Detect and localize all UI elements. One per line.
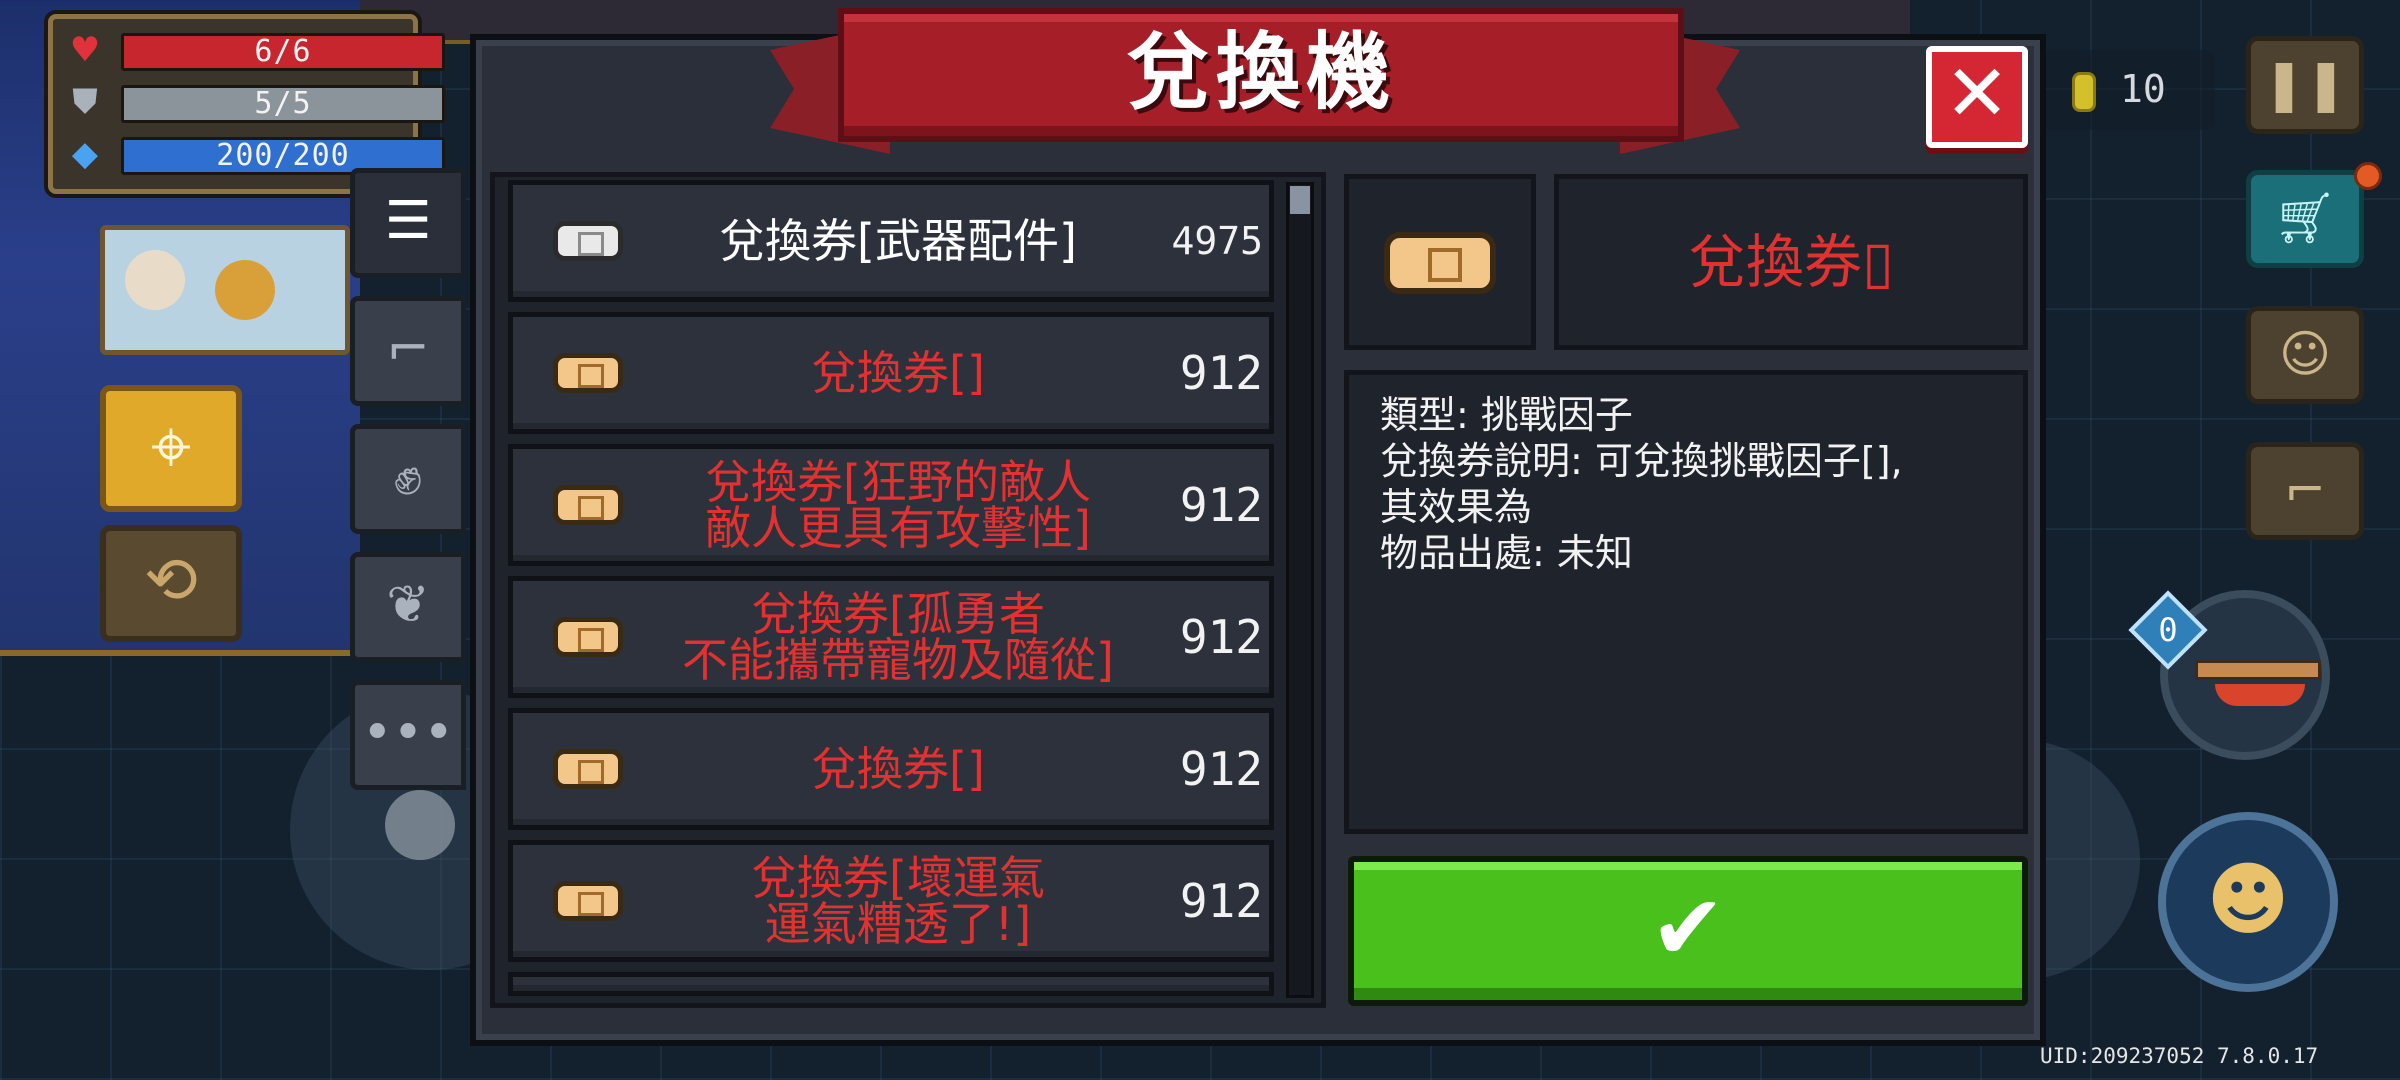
profile-button[interactable]: ☺ (2246, 306, 2364, 404)
confirm-exchange-button[interactable]: ✔ (1348, 856, 2028, 1006)
profile-card-icon: ☺ (2278, 325, 2332, 383)
list-item-partial[interactable] (508, 972, 1274, 996)
ticket-icon (553, 881, 623, 921)
list-item[interactable]: 兌換券[] 912 (508, 312, 1274, 434)
list-scrollbar[interactable] (1286, 182, 1314, 998)
ticket-icon (553, 617, 623, 657)
list-item[interactable]: 兌換券[壞運氣 運氣糟透了!] 912 (508, 840, 1274, 962)
list-item[interactable]: 兌換券[武器配件] 4975 (508, 180, 1274, 302)
item-count: 912 (1179, 610, 1263, 664)
checkmark-icon: ✔ (1650, 876, 1726, 981)
item-count: 912 (1179, 874, 1263, 928)
heart-icon: ♥ (69, 30, 101, 70)
tab-more[interactable]: ••• (350, 680, 466, 790)
ticket-icon (553, 221, 623, 261)
list-item[interactable]: 兌換券[狂野的敵人 敵人更具有攻擊性] 912 (508, 444, 1274, 566)
uid-version-label: UID:209237052 7.8.0.17 (2040, 1044, 2319, 1068)
armor-bar: 5/5 (121, 85, 445, 123)
hp-bar: 6/6 (121, 33, 445, 71)
armor-row: ⛊ 5/5 (53, 79, 445, 125)
selected-item-title: 兌換券▯ (1688, 228, 1894, 296)
player-stats-panel: ♥ 6/6 ⛊ 5/5 ◆ 200/200 (48, 14, 445, 194)
shield-icon: ⛊ (72, 82, 98, 122)
pause-icon: ❚❚ (2263, 55, 2347, 113)
item-count: 912 (1179, 478, 1263, 532)
item-count: 912 (1179, 742, 1263, 796)
ticket-icon (553, 749, 623, 789)
gun-icon: ⌐ (386, 319, 430, 379)
item-name: 兌換券[] (811, 346, 985, 400)
tab-weapon[interactable]: ⌐ (350, 296, 466, 406)
item-name: 兌換券[狂野的敵人 敵人更具有攻擊性] (705, 455, 1091, 555)
list-item[interactable]: 兌換券[] 912 (508, 708, 1274, 830)
description-line: 兌換券說明: 可兌換挑戰因子[], (1380, 439, 1903, 483)
list-item[interactable]: 兌換券[孤勇者 不能攜帶寵物及隨從] 912 (508, 576, 1274, 698)
item-name: 兌換券[壞運氣 運氣糟透了!] (751, 851, 1045, 951)
close-button[interactable]: ✕ (1926, 46, 2028, 148)
tab-all[interactable]: ☰ (350, 168, 466, 278)
cart-icon: 🛒︎ (2273, 189, 2337, 247)
energy-cost-value: 0 (2158, 611, 2178, 649)
list-icon: ☰ (384, 191, 432, 251)
item-count: 912 (1179, 346, 1263, 400)
stairs-icon: ⌐ (2284, 461, 2326, 519)
item-name: 兌換券[孤勇者 不能攜帶寵物及隨從] (682, 587, 1114, 687)
item-count: 4975 (1171, 219, 1263, 263)
fist-icon: ✊︎ (393, 447, 423, 507)
weapon-icon (2195, 660, 2321, 680)
item-name: 兌換券[] (811, 742, 985, 796)
recycle-icon[interactable]: ⟲ (100, 525, 242, 642)
hp-row: ♥ 6/6 (53, 27, 445, 73)
pause-button[interactable]: ❚❚ (2246, 36, 2364, 134)
weapon-blade-icon (2215, 684, 2305, 706)
tab-skill[interactable]: ✊︎ (350, 424, 466, 534)
close-icon: ✕ (1944, 49, 2010, 139)
ticket-icon (553, 485, 623, 525)
stairs-button[interactable]: ⌐ (2246, 442, 2364, 540)
coin-icon (2072, 72, 2096, 112)
dialog-title: 兌換機 (1125, 23, 1396, 121)
description-line: 類型: 挑戰因子 (1380, 393, 1633, 437)
lobby-poster (100, 225, 350, 355)
miner-avatar-icon: ☻ (2206, 853, 2290, 946)
poster-character (215, 260, 275, 320)
ellipsis-icon: ••• (361, 703, 454, 763)
shop-button[interactable]: 🛒︎ (2246, 170, 2364, 268)
poster-character (125, 250, 185, 310)
description-line: 其效果為 (1380, 485, 1533, 529)
diamond-icon: ◆ (71, 134, 99, 174)
item-name: 兌換券[武器配件] (719, 214, 1077, 268)
coin-count: 10 (2120, 67, 2166, 111)
character-skill-button[interactable]: ☻ (2158, 812, 2338, 992)
map-pin-icon[interactable]: ⌖ (100, 385, 242, 512)
tab-plant[interactable]: ❦ (350, 552, 466, 662)
joystick-knob[interactable] (385, 790, 455, 860)
ticket-icon (553, 353, 623, 393)
description-line: 物品出處: 未知 (1380, 531, 1633, 575)
scrollbar-thumb[interactable] (1290, 186, 1310, 214)
ticket-icon (1384, 232, 1496, 294)
notification-dot (2354, 162, 2382, 190)
plant-icon: ❦ (386, 575, 430, 635)
